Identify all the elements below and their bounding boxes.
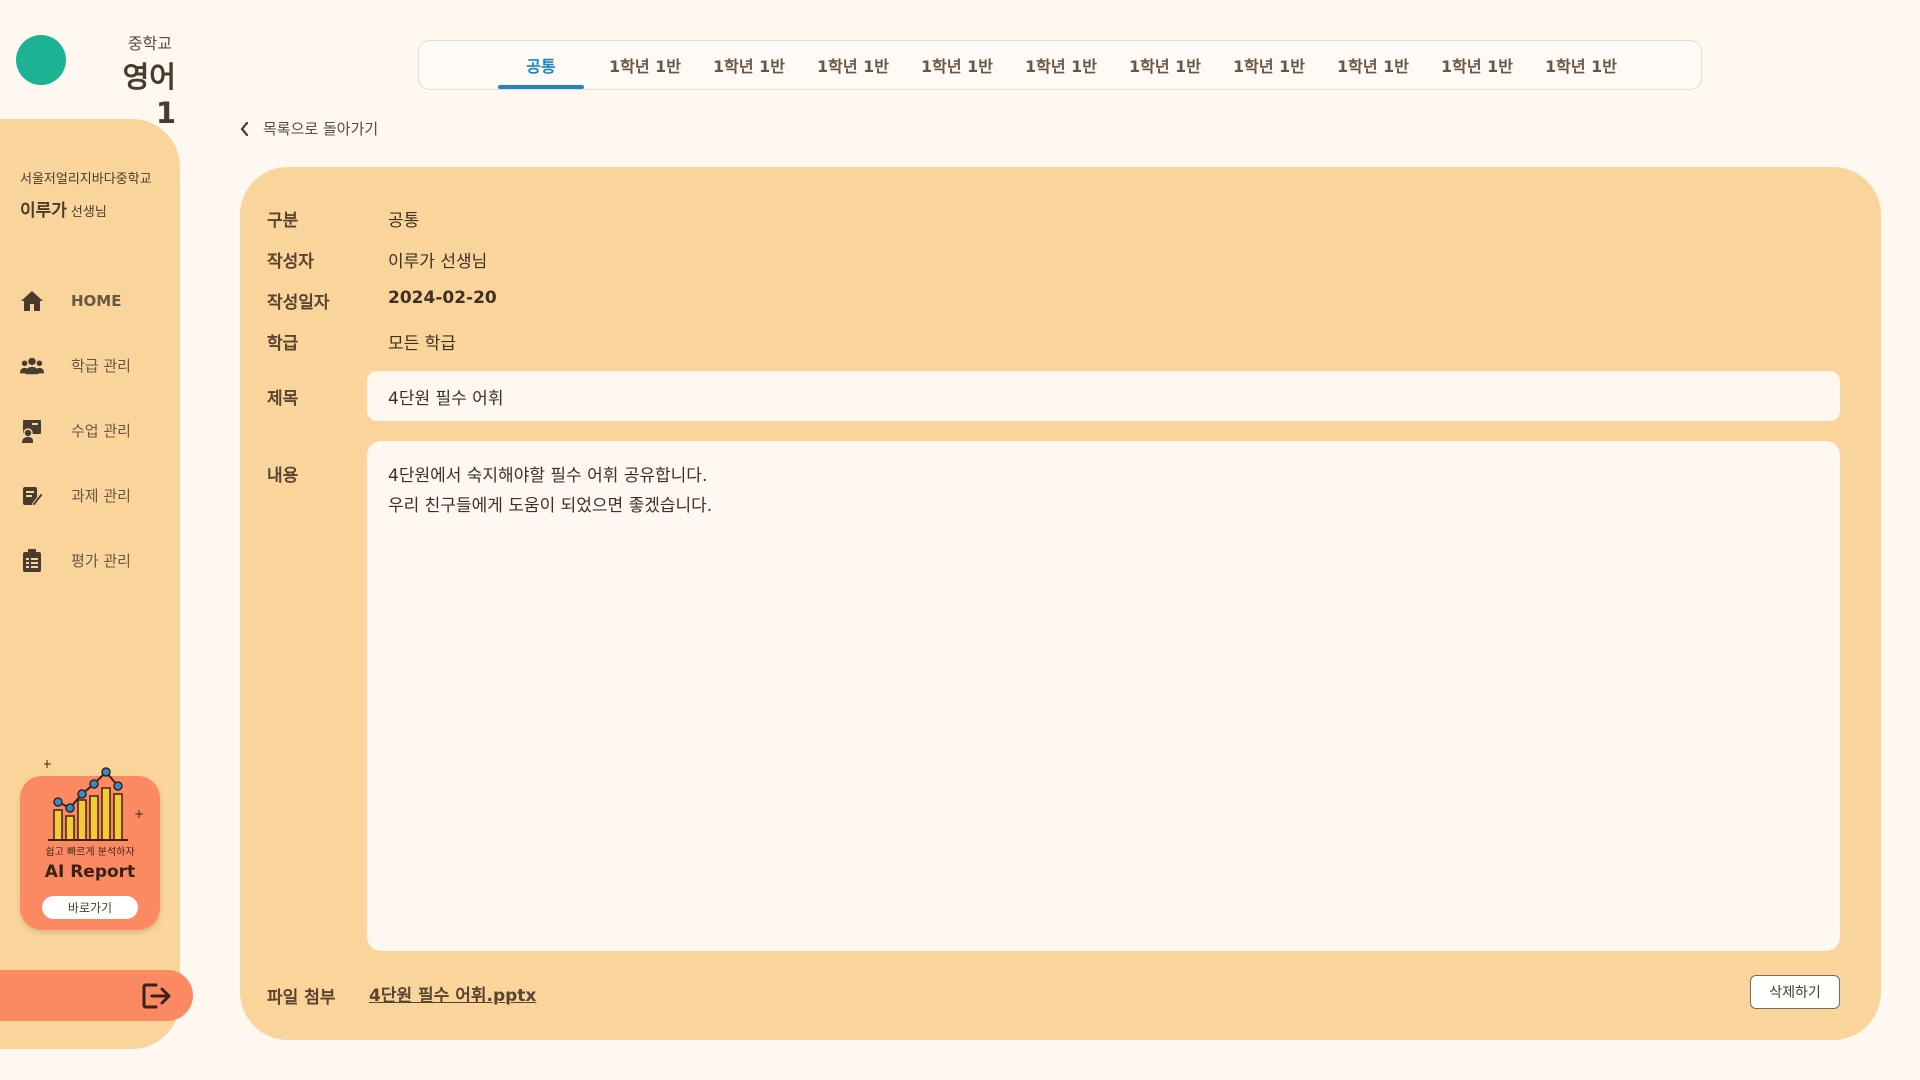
content-label: 내용 xyxy=(267,466,299,486)
logo-dot[interactable] xyxy=(16,35,66,85)
logout-icon[interactable] xyxy=(142,981,172,1011)
sidebar-nav: HOME 학급 관리 수업 관리 과제 관리 평가 관리 xyxy=(0,268,180,593)
attachment-file-link[interactable]: 4단원 필수 어휘.pptx xyxy=(369,981,536,1006)
page: 중학교 영어 1 서울저얼리지바다중학교 이루가 선생님 HOME 학급 관리 수… xyxy=(0,0,1920,1080)
date-value: 2024-02-20 xyxy=(388,288,497,308)
edit-document-icon xyxy=(20,484,44,508)
tab-class[interactable]: 1학년 1반 xyxy=(1122,41,1208,89)
attachment-label: 파일 첨부 xyxy=(267,988,336,1008)
ai-report-card[interactable]: + + 쉽고 빠르게 분석하자 AI Report 바로가기 xyxy=(20,757,160,930)
sidebar-item-label: 평가 관리 xyxy=(71,552,131,570)
tab-class[interactable]: 1학년 1반 xyxy=(602,41,688,89)
sidebar-item-label: HOME xyxy=(71,291,122,310)
author-value: 이루가 선생님 xyxy=(388,252,488,272)
ai-report-title: AI Report xyxy=(44,862,136,882)
category-value: 공통 xyxy=(388,211,420,231)
tab-class[interactable]: 1학년 1반 xyxy=(1018,41,1104,89)
sidebar-item-evaluation[interactable]: 평가 관리 xyxy=(0,528,180,593)
svg-text:+: + xyxy=(134,807,144,821)
ai-report-subtitle: 쉽고 빠르게 분석하자 xyxy=(45,847,135,858)
sidebar-item-assignment[interactable]: 과제 관리 xyxy=(0,463,180,528)
sidebar-item-label: 학급 관리 xyxy=(71,357,131,375)
post-detail-card: 구분 공통 작성자 이루가 선생님 작성일자 2024-02-20 학급 모든 … xyxy=(240,167,1881,1040)
tab-common[interactable]: 공통 xyxy=(498,41,584,89)
delete-button[interactable]: 삭제하기 xyxy=(1750,975,1840,1009)
sidebar-item-label: 과제 관리 xyxy=(71,487,131,505)
back-to-list-label: 목록으로 돌아가기 xyxy=(263,120,379,138)
teach-icon xyxy=(20,419,44,443)
logout-bar[interactable] xyxy=(0,970,193,1021)
tab-class[interactable]: 1학년 1반 xyxy=(1538,41,1624,89)
category-label: 구분 xyxy=(267,211,299,231)
chevron-left-icon xyxy=(240,121,249,136)
ai-report-go-button[interactable]: 바로가기 xyxy=(42,896,138,919)
home-icon xyxy=(20,289,44,313)
date-label: 작성일자 xyxy=(267,293,330,313)
teacher-name: 이루가 xyxy=(20,201,67,221)
tab-class[interactable]: 1학년 1반 xyxy=(1330,41,1416,89)
tab-class[interactable]: 1학년 1반 xyxy=(1226,41,1312,89)
sidebar-item-class[interactable]: 학급 관리 xyxy=(0,333,180,398)
school-level: 중학교 xyxy=(127,34,172,53)
content-line: 4단원에서 숙지해야할 필수 어휘 공유합니다. xyxy=(388,466,708,486)
sidebar-item-label: 수업 관리 xyxy=(71,422,131,440)
class-tabs: 공통 1학년 1반 1학년 1반 1학년 1반 1학년 1반 1학년 1반 1학… xyxy=(418,40,1702,90)
chart-icon: + + xyxy=(44,757,144,841)
content-field[interactable]: 4단원에서 숙지해야할 필수 어휘 공유합니다. 우리 친구들에게 도움이 되었… xyxy=(367,441,1840,951)
author-label: 작성자 xyxy=(267,252,314,272)
tab-class[interactable]: 1학년 1반 xyxy=(914,41,1000,89)
class-value: 모든 학급 xyxy=(388,334,456,354)
teacher-info: 이루가 선생님 xyxy=(20,196,107,221)
title-field[interactable]: 4단원 필수 어휘 xyxy=(367,371,1840,421)
tab-class[interactable]: 1학년 1반 xyxy=(706,41,792,89)
back-to-list-link[interactable]: 목록으로 돌아가기 xyxy=(240,118,378,139)
tab-class[interactable]: 1학년 1반 xyxy=(810,41,896,89)
school-name: 서울저얼리지바다중학교 xyxy=(20,172,152,187)
sidebar-item-lesson[interactable]: 수업 관리 xyxy=(0,398,180,463)
teacher-suffix: 선생님 xyxy=(70,205,107,220)
svg-text:+: + xyxy=(44,757,52,771)
content-line: 우리 친구들에게 도움이 되었으면 좋겠습니다. xyxy=(388,496,713,516)
users-icon xyxy=(20,354,44,378)
clipboard-icon xyxy=(20,548,44,573)
sidebar-item-home[interactable]: HOME xyxy=(0,268,180,333)
title-label: 제목 xyxy=(267,389,299,409)
tab-class[interactable]: 1학년 1반 xyxy=(1434,41,1520,89)
class-label: 학급 xyxy=(267,334,299,354)
